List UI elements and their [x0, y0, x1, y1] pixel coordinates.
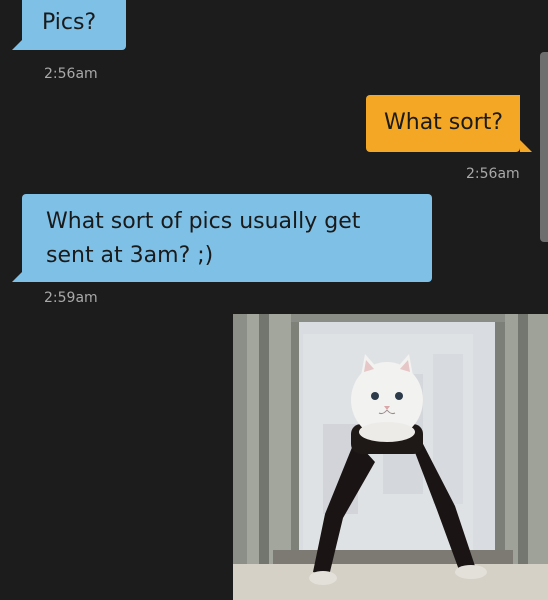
message-text: Pics? [42, 10, 97, 35]
scrollbar[interactable] [540, 52, 548, 242]
message-text: What sort? [384, 110, 504, 135]
image-message[interactable] [233, 314, 548, 600]
incoming-message-bubble[interactable]: Pics? [22, 0, 126, 50]
chat-screen: Pics? 2:56am What sort? 2:56am What sort… [0, 0, 548, 600]
message-text: What sort of pics usually get sent at 3a… [46, 209, 361, 268]
bubble-tail [12, 270, 24, 282]
cat-photo-illustration [233, 314, 548, 600]
bubble-tail [12, 38, 24, 50]
bubble-tail [520, 140, 532, 152]
message-timestamp: 2:59am [44, 290, 98, 306]
message-timestamp: 2:56am [44, 66, 98, 82]
incoming-message-bubble[interactable]: What sort of pics usually get sent at 3a… [22, 194, 432, 282]
message-timestamp: 2:56am [466, 166, 520, 182]
outgoing-message-bubble[interactable]: What sort? [366, 95, 520, 152]
